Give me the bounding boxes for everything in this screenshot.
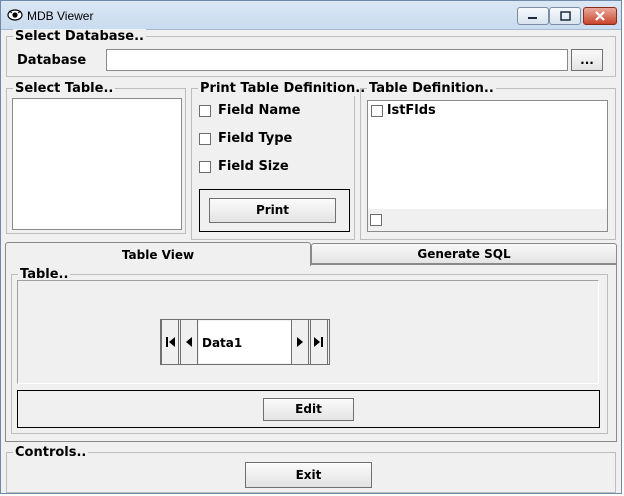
exit-button[interactable]: Exit [245, 462, 372, 488]
tab-generate-sql[interactable]: Generate SQL [311, 243, 617, 264]
app-icon [7, 9, 23, 21]
last-record-button[interactable] [310, 319, 328, 365]
first-record-button[interactable] [161, 319, 179, 365]
database-label: Database [17, 53, 87, 68]
title-bar[interactable]: MDB Viewer [1, 1, 621, 30]
main-window: MDB Viewer Select Database.. Database ..… [0, 0, 622, 494]
previous-record-button[interactable] [180, 319, 198, 365]
controls-group-label: Controls.. [13, 445, 89, 460]
close-button[interactable] [583, 7, 617, 25]
table-list[interactable] [12, 98, 182, 230]
edit-button[interactable]: Edit [263, 398, 354, 421]
maximize-icon [560, 11, 571, 21]
tab-table-view-label: Table View [121, 248, 195, 262]
field-list-footer-checkbox[interactable] [370, 214, 382, 226]
next-record-button[interactable] [291, 319, 309, 365]
select-database-group-label: Select Database.. [13, 29, 146, 44]
minimize-icon [528, 17, 537, 19]
maximize-button[interactable] [549, 7, 581, 25]
tab-generate-sql-label: Generate SQL [417, 247, 511, 261]
select-table-group-label: Select Table.. [13, 81, 116, 96]
field-name-checkbox[interactable] [199, 105, 211, 117]
print-table-definition-group-label: Print Table Definition.. [198, 81, 368, 96]
field-list-footer [368, 209, 607, 231]
lstflds-checkbox[interactable] [371, 105, 383, 117]
field-list[interactable]: lstFlds [367, 100, 608, 232]
window-title: MDB Viewer [27, 9, 94, 23]
data-control-caption: Data1 [202, 336, 243, 350]
field-name-label[interactable]: Field Name [218, 103, 300, 118]
field-size-label[interactable]: Field Size [218, 159, 289, 174]
first-record-icon [166, 337, 175, 347]
table-definition-group-label: Table Definition.. [367, 81, 496, 96]
database-field[interactable] [106, 49, 568, 71]
next-record-icon [297, 337, 303, 347]
print-button[interactable]: Print [209, 198, 336, 223]
minimize-button[interactable] [517, 7, 549, 25]
tab-table-view[interactable]: Table View [5, 242, 311, 266]
lstflds-label: lstFlds [387, 103, 436, 118]
close-icon [595, 11, 605, 21]
field-type-checkbox[interactable] [199, 133, 211, 145]
last-record-icon [314, 337, 323, 347]
previous-record-icon [186, 337, 192, 347]
field-type-label[interactable]: Field Type [218, 131, 292, 146]
field-size-checkbox[interactable] [199, 161, 211, 173]
browse-database-button[interactable]: ... [571, 49, 603, 71]
tab-panel-top-border [311, 264, 617, 265]
